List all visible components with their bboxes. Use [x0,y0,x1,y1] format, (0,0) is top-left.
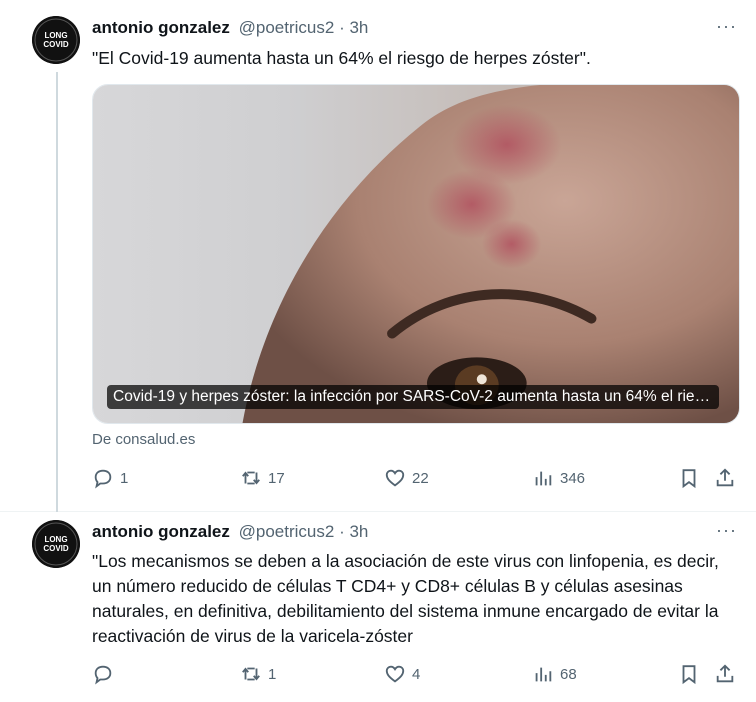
bookmark-icon [682,665,696,685]
author-handle[interactable]: @poetricus2 [239,522,335,541]
retweet-button[interactable]: 1 [240,660,276,688]
views-count: 346 [560,469,586,487]
reply-button[interactable] [92,660,120,688]
avatar-label-line1: LONG [44,535,67,544]
card-image [93,85,739,423]
share-icon [716,468,734,487]
avatar[interactable]: LONG COVID [32,16,80,64]
card-title: Covid-19 y herpes zóster: la infección p… [107,385,719,409]
thread-line [56,72,58,512]
card-source[interactable]: De consalud.es [92,430,195,450]
bookmark-button[interactable] [678,464,700,492]
views-icon [535,471,552,486]
separator: · [339,522,345,541]
timestamp[interactable]: 3h [349,522,368,541]
reply-button[interactable]: 1 [92,464,128,492]
link-card[interactable]: Covid-19 y herpes zóster: la infección p… [92,84,740,424]
views-icon [535,667,552,682]
heart-icon [385,665,405,683]
like-count: 4 [412,665,421,683]
retweet-button[interactable]: 17 [240,464,285,492]
retweet-icon [242,667,260,681]
author-name[interactable]: antonio gonzalez [92,18,230,37]
timestamp[interactable]: 3h [349,18,368,37]
action-bar: 1 17 22 346 [92,464,742,492]
reply-icon [94,469,112,489]
like-button[interactable]: 22 [384,464,429,492]
share-icon [716,664,734,683]
more-icon[interactable]: ··· [716,17,736,40]
views-count: 68 [560,665,577,683]
like-button[interactable]: 4 [384,660,420,688]
share-button[interactable] [714,660,736,688]
separator: · [339,18,345,37]
tweet-header: antonio gonzalez @poetricus2 · 3h [92,520,368,544]
views-button[interactable]: 68 [532,660,577,688]
bookmark-button[interactable] [678,660,700,688]
reply-icon [94,665,112,685]
retweet-count: 1 [268,665,277,683]
bookmark-icon [682,469,696,489]
views-button[interactable]: 346 [532,464,585,492]
more-icon[interactable]: ··· [716,521,736,544]
share-button[interactable] [714,464,736,492]
heart-icon [385,469,405,487]
retweet-icon [242,471,260,485]
tweet[interactable]: LONG COVID antonio gonzalez @poetricus2 … [0,0,756,512]
avatar[interactable]: LONG COVID [32,520,80,568]
tweet-text: "El Covid-19 aumenta hasta un 64% el rie… [92,48,591,68]
avatar-label-line2: COVID [43,40,69,49]
author-handle[interactable]: @poetricus2 [239,18,335,37]
retweet-count: 17 [268,469,285,487]
reply-count: 1 [120,469,129,487]
action-bar: 1 4 68 [92,660,742,688]
author-name[interactable]: antonio gonzalez [92,522,230,541]
tweet-header: antonio gonzalez @poetricus2 · 3h [92,16,368,40]
tweet[interactable]: LONG COVID antonio gonzalez @poetricus2 … [0,512,756,702]
tweet-text: "Los mecanismos se deben a la asociación… [92,551,719,646]
avatar-label-line1: LONG [44,31,67,40]
like-count: 22 [412,469,429,487]
avatar-label-line2: COVID [43,544,69,553]
